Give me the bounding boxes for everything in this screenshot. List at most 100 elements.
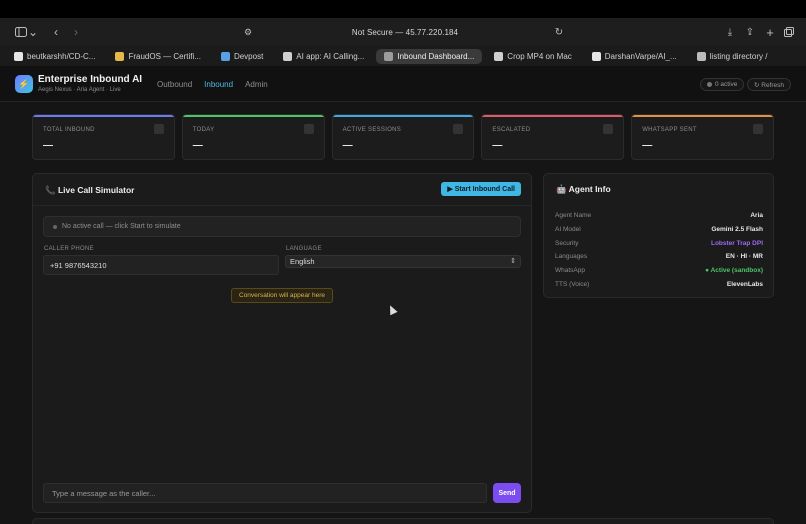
agent-info-value: EN · HI · MR [725, 253, 763, 261]
agent-info-value: ● Active (sandbox) [705, 267, 763, 275]
active-count-text: 0 active [715, 81, 738, 88]
forward-icon[interactable]: › [70, 24, 82, 40]
agent-info-key: TTS (Voice) [555, 280, 590, 288]
send-button[interactable]: Send [493, 483, 521, 503]
agent-info-row: Agent Name Aria [555, 210, 763, 224]
stat-accent-bar [33, 115, 174, 117]
nav-admin[interactable]: Admin [245, 80, 268, 89]
browser-tab[interactable]: AI app: AI Calling... [275, 49, 372, 64]
stat-value: — [43, 140, 53, 151]
menu-bar-strip [0, 0, 806, 18]
browser-toolbar: ⌄ ‹ › ⚙ Not Secure — 45.77.220.184 ↻ ⤓ ⇪… [0, 18, 806, 46]
stat-card: ACTIVE SESSIONS — [331, 114, 475, 160]
stat-label: ESCALATED [492, 127, 531, 133]
app-title: Enterprise Inbound AI [38, 74, 143, 85]
browser-tab[interactable]: Inbound Dashboard... [376, 48, 483, 64]
tab-label: DarshanVarpe/AI_... [604, 51, 677, 61]
stat-value: — [342, 140, 353, 151]
stat-label: TOTAL INBOUND [43, 127, 95, 133]
select-chevron-icon: ⇕ [510, 258, 516, 265]
stat-label: ACTIVE SESSIONS [342, 127, 402, 133]
call-status-box: No active call — click Start to simulate [43, 216, 521, 237]
agent-info-row: Languages EN · HI · MR [555, 251, 763, 265]
agent-info-row: TTS (Voice) ElevenLabs [555, 279, 763, 293]
stat-value: — [642, 140, 653, 151]
download-icon[interactable]: ⤓ [724, 24, 736, 40]
conversation-placeholder: Conversation will appear here [231, 288, 333, 303]
stat-card: WHATSAPP SENT — [631, 114, 774, 160]
agent-info-value: Lobster Trap DPI [710, 239, 763, 247]
app-logo-icon: ⚡ [15, 75, 33, 93]
app-header: ⚡ Enterprise Inbound AI Aegis Nexus · Ar… [0, 66, 806, 102]
tab-label: listing directory / [709, 51, 768, 61]
stat-accent-bar [482, 115, 624, 117]
agent-info-row: AI Model Gemini 2.5 Flash [555, 224, 763, 238]
agent-info-key: AI Model [555, 225, 581, 233]
stat-accent-bar [332, 115, 474, 117]
simulator-title: 📞 Live Call Simulator [45, 185, 135, 195]
next-panel-edge [32, 518, 774, 524]
address-bar[interactable]: Not Secure — 45.77.220.184 [240, 23, 570, 41]
start-inbound-call-button[interactable]: ▶ Start Inbound Call [441, 182, 521, 196]
agent-info-key: Languages [555, 253, 588, 261]
stat-accent-bar [182, 115, 324, 117]
agent-info-key: WhatsApp [555, 267, 585, 275]
nav-inbound[interactable]: Inbound [204, 80, 233, 89]
refresh-label: ↻ Refresh [754, 81, 785, 89]
browser-tab[interactable]: Devpost [213, 49, 271, 64]
tab-favicon-icon [696, 51, 706, 61]
share-icon[interactable]: ⇪ [744, 24, 756, 40]
tab-overview-icon[interactable] [783, 24, 795, 40]
chevron-down-icon[interactable]: ⌄ [28, 24, 38, 40]
tab-favicon-icon [115, 51, 125, 61]
new-tab-icon[interactable]: + [764, 24, 776, 40]
agent-info-key: Agent Name [555, 212, 592, 219]
status-dot-icon [53, 224, 57, 229]
stat-label: WHATSAPP SENT [642, 127, 697, 133]
message-input[interactable]: Type a message as the caller... [43, 483, 487, 503]
stat-card: TOTAL INBOUND — [32, 114, 175, 160]
tab-favicon-icon [220, 51, 230, 61]
app-subtitle: Aegis Nexus · Aria Agent · Live [38, 87, 121, 93]
browser-tab[interactable]: DarshanVarpe/AI_... [584, 49, 685, 64]
stat-label: TODAY [192, 127, 215, 133]
tab-label: Devpost [233, 51, 264, 61]
agent-info-value: ElevenLabs [726, 280, 763, 288]
refresh-button[interactable]: ↻ Refresh [747, 78, 792, 91]
stat-value: — [192, 140, 203, 151]
call-status-text: No active call — click Start to simulate [62, 223, 181, 230]
screen: ⌄ ‹ › ⚙ Not Secure — 45.77.220.184 ↻ ⤓ ⇪… [0, 0, 806, 524]
agent-info-list: Agent Name Aria AI Model Gemini 2.5 Flash Se… [555, 210, 763, 293]
stat-card: TODAY — [181, 114, 325, 160]
alert-icon [603, 124, 614, 134]
address-text: Not Secure — 45.77.220.184 [351, 27, 459, 37]
calendar-icon [303, 124, 314, 134]
tab-label: AI app: AI Calling... [296, 51, 365, 61]
caller-phone-input[interactable] [43, 255, 279, 275]
tab-label: FraudOS — Certifi... [128, 51, 201, 61]
simulator-header: 📞 Live Call Simulator ▶ Start Inbound Ca… [33, 174, 531, 206]
reload-icon[interactable]: ↻ [553, 24, 565, 40]
agent-info-row: WhatsApp ● Active (sandbox) [555, 265, 763, 279]
browser-tab[interactable]: beutkarshh/CD-C... [6, 49, 103, 64]
main-nav: Outbound Inbound Admin [157, 80, 268, 89]
tab-favicon-icon [283, 51, 293, 61]
browser-tab[interactable]: Crop MP4 on Mac [486, 49, 579, 64]
robot-icon [453, 124, 464, 134]
stat-value: — [492, 140, 503, 151]
tab-favicon-icon [14, 51, 23, 61]
status-dot-icon [707, 82, 712, 87]
agent-info-row: Security Lobster Trap DPI [555, 238, 763, 252]
tab-favicon-icon [591, 51, 601, 61]
tab-label: Inbound Dashboard... [397, 51, 475, 61]
stat-card: ESCALATED — [481, 114, 625, 160]
back-icon[interactable]: ‹ [50, 24, 62, 40]
caller-phone-label: CALLER PHONE [44, 246, 94, 252]
agent-info-panel: 🤖 Agent Info Agent Name Aria AI Model Gemin… [543, 173, 774, 298]
language-select[interactable]: English ⇕ [285, 255, 521, 268]
nav-outbound[interactable]: Outbound [157, 80, 192, 89]
browser-tab[interactable]: FraudOS — Certifi... [107, 49, 208, 64]
browser-tab[interactable]: listing directory / [689, 49, 776, 64]
tab-label: beutkarshh/CD-C... [27, 51, 96, 61]
active-count-pill: 0 active [700, 78, 745, 91]
